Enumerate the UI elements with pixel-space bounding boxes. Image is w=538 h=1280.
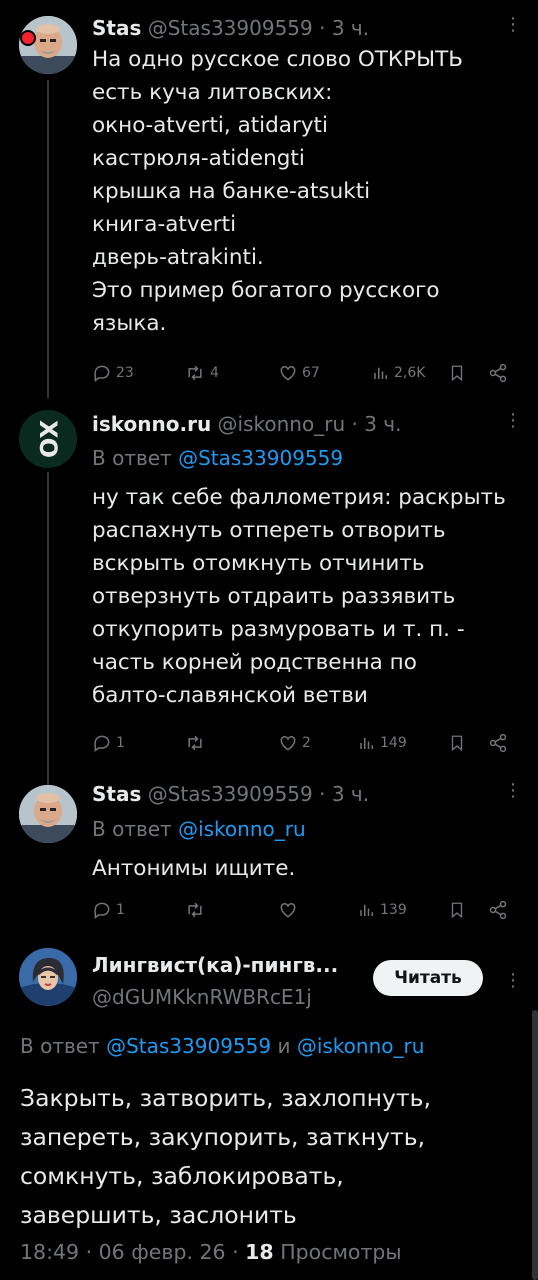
thread-line bbox=[47, 472, 49, 788]
more-options-icon[interactable]: ⋮ bbox=[504, 782, 522, 800]
repost-icon bbox=[188, 902, 202, 918]
reply-conjunction: и bbox=[277, 1034, 291, 1058]
views-button[interactable]: 139 bbox=[358, 895, 407, 925]
reply-button[interactable]: 1 bbox=[92, 728, 125, 758]
views-button[interactable]: 2,6K bbox=[372, 358, 425, 388]
reply-to-link[interactable]: @iskonno_ru bbox=[178, 817, 306, 841]
reply-count: 1 bbox=[116, 902, 125, 918]
post-text: Антонимы ищите. bbox=[92, 856, 296, 881]
notification-dot bbox=[20, 30, 36, 46]
repost-button[interactable] bbox=[184, 895, 206, 925]
more-options-icon[interactable]: ⋮ bbox=[504, 412, 522, 430]
avatar-logo-text: XO bbox=[34, 420, 62, 458]
views-count: 139 bbox=[380, 902, 407, 918]
reply-count: 1 bbox=[116, 735, 125, 751]
author-handle[interactable]: @iskonno_ru bbox=[218, 412, 346, 436]
bookmark-button[interactable] bbox=[448, 895, 466, 925]
views-icon bbox=[360, 737, 373, 749]
scrollbar[interactable] bbox=[532, 1010, 538, 1280]
author-name[interactable]: Stas bbox=[92, 16, 141, 40]
like-button[interactable]: 67 bbox=[278, 358, 320, 388]
reply-to-link[interactable]: @Stas33909559 bbox=[106, 1034, 271, 1058]
bookmark-icon bbox=[451, 902, 463, 919]
post-time[interactable]: · 3 ч. bbox=[319, 16, 369, 40]
post-actions: 1 2 149 bbox=[92, 728, 522, 758]
reply-icon bbox=[94, 735, 110, 752]
share-icon bbox=[489, 363, 507, 383]
views-count: 18 bbox=[245, 1240, 274, 1264]
heart-icon bbox=[280, 735, 296, 751]
share-button[interactable] bbox=[488, 728, 508, 758]
reply-button[interactable]: 1 bbox=[92, 895, 125, 925]
thread-line bbox=[47, 80, 49, 398]
bookmark-icon bbox=[451, 735, 463, 752]
avatar[interactable] bbox=[19, 785, 77, 843]
main-post-text: Закрыть, затворить, захлопнуть, запереть… bbox=[20, 1084, 431, 1229]
heart-icon bbox=[280, 365, 296, 381]
views-button[interactable]: 149 bbox=[358, 728, 407, 758]
share-icon bbox=[489, 900, 507, 920]
bookmark-button[interactable] bbox=[448, 728, 466, 758]
repost-icon bbox=[188, 365, 202, 381]
more-options-icon[interactable]: ⋮ bbox=[504, 972, 522, 990]
share-button[interactable] bbox=[488, 358, 508, 388]
bookmark-icon bbox=[451, 365, 463, 382]
reply-icon bbox=[94, 902, 110, 919]
author-handle[interactable]: @Stas33909559 bbox=[148, 782, 313, 806]
post-time[interactable]: · 3 ч. bbox=[351, 412, 401, 436]
reply-prefix: В ответ bbox=[20, 1034, 100, 1058]
reply-to-link[interactable]: @iskonno_ru bbox=[297, 1034, 425, 1058]
like-button[interactable]: 2 bbox=[278, 728, 311, 758]
author-name[interactable]: iskonno.ru bbox=[92, 412, 211, 436]
repost-count: 4 bbox=[210, 365, 219, 381]
views-icon bbox=[374, 367, 387, 379]
main-post-handle-row: @dGUMKknRWBRcE1j bbox=[92, 985, 312, 1009]
reply-to-link[interactable]: @Stas33909559 bbox=[178, 446, 343, 470]
like-count: 67 bbox=[302, 365, 320, 381]
views-count: 149 bbox=[380, 735, 407, 751]
reply-icon bbox=[94, 365, 110, 382]
reply-context: В ответ @iskonno_ru bbox=[92, 817, 306, 841]
views-count: 2,6K bbox=[394, 365, 426, 381]
like-button[interactable] bbox=[278, 895, 298, 925]
share-button[interactable] bbox=[488, 895, 508, 925]
author-name[interactable]: Stas bbox=[92, 782, 141, 806]
post-text: На одно русское слово ОТКРЫТЬ есть куча … bbox=[92, 47, 463, 336]
follow-button[interactable]: Читать bbox=[373, 960, 483, 996]
reply-prefix: В ответ bbox=[92, 817, 172, 841]
post-time[interactable]: · 3 ч. bbox=[319, 782, 369, 806]
reply-count: 23 bbox=[116, 365, 134, 381]
avatar[interactable] bbox=[19, 948, 77, 1006]
more-options-icon[interactable]: ⋮ bbox=[504, 16, 522, 34]
bookmark-button[interactable] bbox=[448, 358, 466, 388]
post-actions: 23 4 67 2,6K bbox=[92, 358, 522, 388]
post-header: Stas @Stas33909559 · 3 ч. bbox=[92, 782, 369, 806]
post-actions: 1 139 bbox=[92, 895, 522, 925]
reply-context: В ответ @Stas33909559 bbox=[92, 446, 343, 470]
like-count: 2 bbox=[302, 735, 311, 751]
author-handle[interactable]: @Stas33909559 bbox=[148, 16, 313, 40]
share-icon bbox=[489, 733, 507, 753]
post-timestamp[interactable]: 18:49 · 06 февр. 26 · bbox=[20, 1240, 239, 1264]
reply-button[interactable]: 23 bbox=[92, 358, 134, 388]
author-name[interactable]: Лингвист(ка)-пингв... bbox=[92, 953, 338, 977]
main-post-author[interactable]: Лингвист(ка)-пингв... bbox=[92, 953, 338, 977]
views-icon bbox=[360, 904, 373, 916]
views-label: Просмотры bbox=[280, 1240, 402, 1264]
post-meta: 18:49 · 06 февр. 26 · 18 Просмотры bbox=[20, 1240, 402, 1264]
repost-button[interactable] bbox=[184, 728, 206, 758]
avatar[interactable]: XO bbox=[19, 410, 77, 468]
repost-icon bbox=[188, 735, 202, 751]
reply-prefix: В ответ bbox=[92, 446, 172, 470]
repost-button[interactable]: 4 bbox=[184, 358, 219, 388]
post-header: Stas @Stas33909559 · 3 ч. bbox=[92, 16, 369, 40]
post-text: ну так себе фаллометрия: раскрыть распах… bbox=[92, 485, 506, 708]
reply-context: В ответ @Stas33909559 и @iskonno_ru bbox=[20, 1034, 424, 1058]
post-header: iskonno.ru @iskonno_ru · 3 ч. bbox=[92, 412, 401, 436]
author-handle[interactable]: @dGUMKknRWBRcE1j bbox=[92, 985, 312, 1009]
heart-icon bbox=[280, 902, 296, 918]
